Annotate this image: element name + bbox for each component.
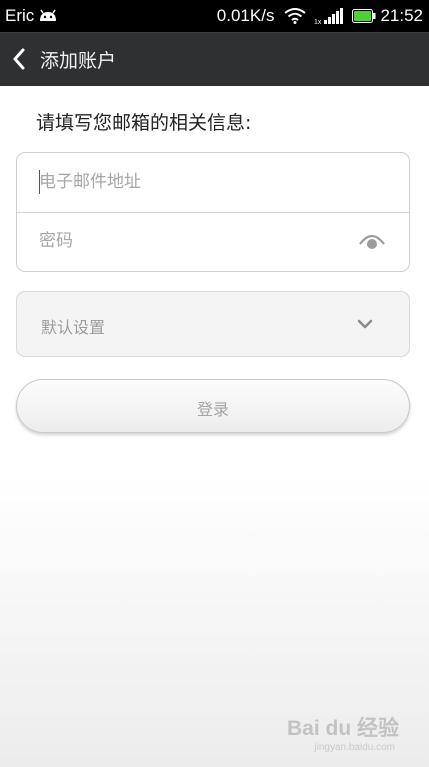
android-icon xyxy=(40,9,57,21)
battery-icon xyxy=(352,9,376,23)
email-input[interactable] xyxy=(39,167,359,197)
watermark-url: jingyan.baidu.com xyxy=(314,742,395,753)
account-settings-select[interactable]: 默认设置 xyxy=(16,291,410,357)
password-field-row xyxy=(17,212,409,271)
carrier-name: Eric xyxy=(5,6,35,25)
show-password-eye-icon[interactable] xyxy=(359,232,385,250)
clock: 21:52 xyxy=(380,6,423,25)
password-input[interactable] xyxy=(39,226,359,256)
email-field-row xyxy=(17,153,409,213)
baidu-jingyan-watermark: Bai du 经验 jingyan.baidu.com xyxy=(286,712,399,757)
login-button[interactable]: 登录 xyxy=(16,379,410,433)
app-bar: 添加账户 xyxy=(0,32,429,86)
credentials-card xyxy=(16,152,410,272)
status-bar: Eric 0.01K/s 1x 21:52 xyxy=(0,0,429,32)
status-right: 0.01K/s 1x 21:52 xyxy=(217,6,423,26)
chevron-down-icon xyxy=(357,319,373,329)
login-button-label: 登录 xyxy=(196,400,229,419)
status-left: Eric xyxy=(5,6,58,26)
form-prompt: 请填写您邮箱的相关信息: xyxy=(36,112,252,134)
network-speed: 0.01K/s xyxy=(216,6,275,25)
settings-select-value: 默认设置 xyxy=(41,318,106,337)
page-title: 添加账户 xyxy=(40,50,117,72)
wifi-icon xyxy=(284,8,307,24)
signal-type-label: 1x xyxy=(314,19,322,25)
signal-icon: 1x xyxy=(314,8,344,25)
watermark-logo-text: Bai du 经验 xyxy=(286,717,399,740)
back-arrow-icon[interactable] xyxy=(12,48,26,70)
